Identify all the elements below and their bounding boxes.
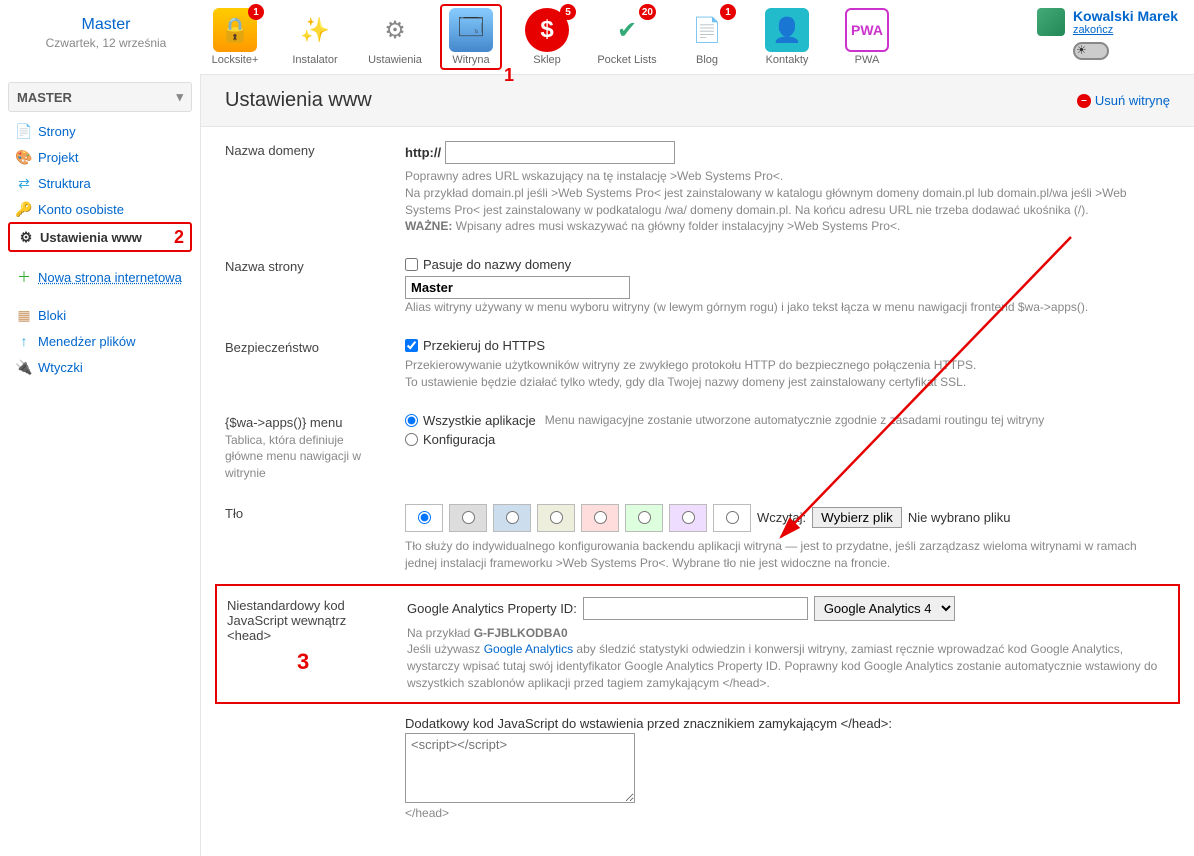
match-domain-label: Pasuje do nazwy domeny (423, 257, 571, 272)
pwa-icon: PWA (845, 8, 889, 52)
https-label: Przekieruj do HTTPS (423, 338, 545, 353)
app-site[interactable]: 🗔 Witryna (440, 4, 502, 70)
minus-icon: – (1077, 94, 1091, 108)
app-contacts[interactable]: 👤 Kontakty (756, 8, 818, 66)
bg-swatch[interactable] (713, 504, 751, 532)
app-pocketlists[interactable]: 20 ✔ Pocket Lists (596, 8, 658, 66)
label-domain: Nazwa domeny (225, 141, 385, 235)
apps-config-label: Konfiguracja (423, 432, 495, 447)
sitemap-icon: ⇄ (16, 175, 32, 191)
close-head-hint: </head> (405, 806, 1170, 820)
brand-title[interactable]: Master (16, 16, 196, 34)
theme-toggle[interactable] (1073, 42, 1109, 60)
bg-swatch[interactable] (405, 504, 443, 532)
app-settings[interactable]: ⚙ Ustawienia (364, 8, 426, 66)
extra-js-textarea[interactable] (405, 733, 635, 803)
label-security: Bezpieczeństwo (225, 338, 385, 391)
sidebar-site-select[interactable]: MASTER (8, 82, 192, 112)
avatar[interactable] (1037, 8, 1065, 36)
match-domain-checkbox[interactable] (405, 258, 418, 271)
sidebar-item-new-site[interactable]: ＋Nowa strona internetowa (8, 264, 192, 290)
sidebar-item-pages[interactable]: 📄Strony (8, 118, 192, 144)
gear-icon: ⚙ (373, 8, 417, 52)
bg-swatch[interactable] (669, 504, 707, 532)
badge: 20 (639, 4, 656, 20)
app-shop[interactable]: 5 $ Sklep (516, 8, 578, 66)
grid-icon: ▦ (16, 307, 32, 323)
app-installer[interactable]: ✨ Instalator (284, 8, 346, 66)
sidebar-item-design[interactable]: 🎨Projekt (8, 144, 192, 170)
label-site-name: Nazwa strony (225, 257, 385, 316)
ga-id-input[interactable] (583, 597, 808, 620)
ga-link[interactable]: Google Analytics (484, 642, 573, 656)
bg-swatch[interactable] (449, 504, 487, 532)
person-icon: 👤 (765, 8, 809, 52)
bg-swatch[interactable] (537, 504, 575, 532)
https-checkbox[interactable] (405, 339, 418, 352)
ga-mode-select[interactable]: Google Analytics 4 (814, 596, 955, 621)
key-icon: 🔑 (16, 201, 32, 217)
bg-swatch[interactable] (581, 504, 619, 532)
label-custom-head-js: Niestandardowy kod JavaScript wewnątrz <… (227, 596, 387, 692)
palette-icon: 🎨 (16, 149, 32, 165)
sidebar-item-file-manager[interactable]: ↑Menedżer plików (8, 328, 192, 354)
delete-site-link[interactable]: – Usuń witrynę (1077, 93, 1170, 108)
brand-date: Czwartek, 12 września (16, 36, 196, 50)
sidebar-item-account[interactable]: 🔑Konto osobiste (8, 196, 192, 222)
domain-hint: Poprawny adres URL wskazujący na tę inst… (405, 168, 1170, 185)
label-apps-menu: {$wa->apps()} menu Tablica, która defini… (225, 413, 385, 482)
upload-label: Wczytaj: (757, 510, 806, 525)
ga-id-label: Google Analytics Property ID: (407, 601, 577, 616)
wand-icon: ✨ (293, 8, 337, 52)
page-icon: 📄 (16, 123, 32, 139)
sidebar-item-structure[interactable]: ⇄Struktura (8, 170, 192, 196)
bg-swatch[interactable] (625, 504, 663, 532)
app-pwa[interactable]: PWA PWA (836, 8, 898, 66)
bg-swatch[interactable] (493, 504, 531, 532)
annotation-3: 3 (297, 649, 387, 675)
app-locksite[interactable]: 1 🔒 Locksite+ (204, 8, 266, 66)
file-status: Nie wybrano pliku (908, 510, 1011, 525)
choose-file-button[interactable]: Wybierz plik (812, 507, 902, 528)
page-title: Ustawienia www (225, 89, 372, 112)
domain-input[interactable] (445, 141, 675, 164)
sidebar-item-plugins[interactable]: 🔌Wtyczki (8, 354, 192, 380)
apps-all-label: Wszystkie aplikacje (423, 413, 536, 428)
gear-icon: ⚙ (18, 229, 34, 245)
sidebar-item-blocks[interactable]: ▦Bloki (8, 302, 192, 328)
url-prefix: http:// (405, 145, 441, 160)
plus-icon: ＋ (16, 269, 32, 285)
plug-icon: 🔌 (16, 359, 32, 375)
logout-link[interactable]: zakończ (1073, 24, 1178, 36)
badge: 1 (248, 4, 264, 20)
apps-all-radio[interactable] (405, 414, 418, 427)
user-name-link[interactable]: Kowalski Marek (1073, 8, 1178, 24)
upload-icon: ↑ (16, 333, 32, 349)
badge: 5 (560, 4, 576, 20)
app-switcher: 1 🔒 Locksite+ ✨ Instalator ⚙ Ustawienia … (204, 8, 1029, 66)
label-background: Tło (225, 504, 385, 572)
sidebar-item-www-settings[interactable]: ⚙Ustawienia www (8, 222, 192, 252)
app-blog[interactable]: 1 📄 Blog (676, 8, 738, 66)
window-icon: 🗔 (449, 8, 493, 52)
ga-section: Niestandardowy kod JavaScript wewnątrz <… (215, 584, 1180, 704)
extra-js-label: Dodatkowy kod JavaScript do wstawienia p… (405, 716, 1170, 731)
apps-config-radio[interactable] (405, 433, 418, 446)
badge: 1 (720, 4, 736, 20)
site-name-input[interactable] (405, 276, 630, 299)
